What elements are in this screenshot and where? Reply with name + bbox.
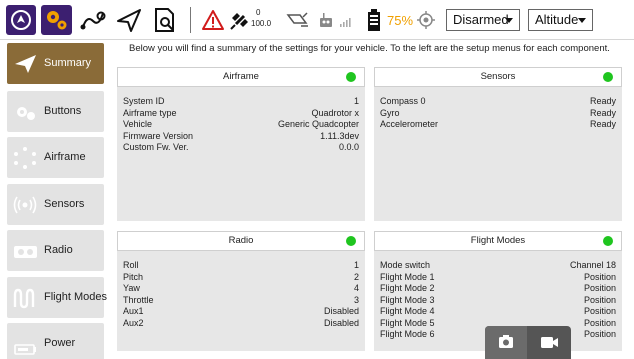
list-item: Pitch 2 — [123, 271, 359, 282]
card-header[interactable]: Flight Modes — [374, 231, 622, 251]
chevron-down-icon — [505, 18, 513, 23]
list-item: Throttle 3 — [123, 294, 359, 305]
status-ok-icon — [346, 72, 356, 82]
battery-icon[interactable] — [366, 8, 382, 32]
sidebar-item-sensors[interactable]: Sensors — [7, 184, 104, 225]
card-title: Radio — [228, 235, 254, 246]
camera-controls — [485, 326, 571, 359]
airframe-rows: System ID 1 Airframe type Quadrotor x Vehi… — [123, 96, 359, 154]
toolbar: 0 100.0 75% Disarmed Altitude — [0, 0, 634, 40]
radio-card: Radio Roll 1 Pitch 2 Yaw 4 Throttle 3 Aux1 Di… — [117, 231, 365, 351]
rc-link-icon[interactable] — [286, 11, 310, 29]
airframe-card: Airframe System ID 1 Airframe type Quadrot… — [117, 67, 365, 221]
gps-lock-crosshair-icon[interactable] — [416, 10, 436, 30]
list-item: Custom Fw. Ver. 0.0.0 — [123, 142, 359, 152]
sidebar-item-summary[interactable]: Summary — [7, 43, 104, 84]
list-item: Firmware Version 1.11.3dev — [123, 130, 359, 141]
sidebar-item-radio[interactable]: Radio — [7, 230, 104, 271]
flight-modes-icon — [12, 285, 39, 310]
sidebar-item-label: Buttons — [44, 105, 82, 117]
sensors-card: Sensors Compass 0 Ready Gyro Ready Acceler… — [374, 67, 622, 221]
sidebar-item-label: Flight Modes — [44, 291, 107, 303]
flight-mode-value: Altitude — [535, 12, 579, 27]
sidebar-item-label: Summary — [44, 57, 92, 69]
status-ok-icon — [346, 236, 356, 246]
status-ok-icon — [603, 236, 613, 246]
camera-icon — [499, 335, 513, 348]
list-item: Vehicle Generic Quadcopter — [123, 119, 359, 129]
qgc-home-icon[interactable] — [6, 5, 36, 35]
gps-satellite-count: 0 — [256, 8, 261, 17]
sensors-rows: Compass 0 Ready Gyro Ready Accelerometer Re… — [380, 96, 616, 131]
card-header[interactable]: Airframe — [117, 67, 365, 87]
sidebar-item-label: Airframe — [44, 151, 86, 163]
analyze-document-icon[interactable] — [151, 6, 179, 34]
radio-rows: Roll 1 Pitch 2 Yaw 4 Throttle 3 Aux1 Disabled… — [123, 260, 359, 329]
sidebar-item-label: Power — [44, 337, 76, 349]
flight-mode-dropdown[interactable]: Altitude — [528, 9, 593, 31]
card-header[interactable]: Sensors — [374, 67, 622, 87]
chevron-down-icon — [578, 18, 586, 23]
battery-percent: 75% — [387, 13, 414, 28]
sensors-icon — [12, 192, 39, 217]
list-item: Yaw 4 — [123, 283, 359, 293]
toolbar-divider — [190, 7, 191, 33]
list-item: Mode switch Channel 18 — [380, 260, 616, 270]
photo-mode-button[interactable] — [485, 326, 527, 359]
warning-icon[interactable] — [201, 9, 225, 31]
list-item: System ID 1 — [123, 96, 359, 106]
status-ok-icon — [603, 72, 613, 82]
sidebar-item-label: Sensors — [44, 198, 85, 210]
card-title: Flight Modes — [470, 235, 526, 246]
app-window: { "toolbar": { "satellite_count": "0", "… — [0, 0, 634, 359]
arm-state-value: Disarmed — [453, 12, 509, 27]
card-header[interactable]: Radio — [117, 231, 365, 251]
fly-plane-icon[interactable] — [115, 7, 143, 33]
list-item: Roll 1 — [123, 260, 359, 270]
arm-state-dropdown[interactable]: Disarmed — [446, 9, 520, 31]
list-item: Gyro Ready — [380, 107, 616, 118]
radio-icon — [12, 238, 39, 263]
plan-waypoint-icon[interactable] — [79, 7, 107, 33]
paper-plane-icon — [12, 51, 39, 76]
sidebar-item-buttons[interactable]: Buttons — [7, 91, 104, 132]
list-item: Flight Mode 3 Position — [380, 294, 616, 305]
telemetry-signal-icon[interactable] — [318, 11, 352, 29]
list-item: Flight Mode 4 Position — [380, 306, 616, 316]
list-item: Aux1 Disabled — [123, 306, 359, 316]
vehicle-setup-gear-icon[interactable] — [41, 5, 72, 35]
video-camera-icon — [541, 337, 558, 348]
card-title: Airframe — [223, 71, 259, 82]
battery-icon — [12, 331, 39, 356]
list-item: Compass 0 Ready — [380, 96, 616, 106]
sidebar-item-airframe[interactable]: Airframe — [7, 137, 104, 178]
list-item: Flight Mode 2 Position — [380, 283, 616, 293]
sidebar-item-flight-modes[interactable]: Flight Modes — [7, 277, 107, 318]
setup-sidebar: Summary Buttons Airframe Sensors Radio F… — [0, 40, 109, 359]
list-item: Accelerometer Ready — [380, 119, 616, 129]
sidebar-item-label: Radio — [44, 244, 73, 256]
card-title: Sensors — [480, 71, 516, 82]
gps-satellite-icon[interactable] — [229, 9, 251, 31]
gamepad-icon — [12, 99, 39, 124]
list-item: Aux2 Disabled — [123, 317, 359, 328]
airframe-icon — [12, 145, 39, 170]
sidebar-item-power[interactable]: Power — [7, 323, 104, 359]
summary-intro-text: Below you will find a summary of the set… — [129, 43, 610, 54]
list-item: Flight Mode 1 Position — [380, 271, 616, 282]
video-mode-button[interactable] — [527, 326, 571, 359]
list-item: Airframe type Quadrotor x — [123, 107, 359, 118]
gps-hdop-value: 100.0 — [251, 19, 272, 28]
